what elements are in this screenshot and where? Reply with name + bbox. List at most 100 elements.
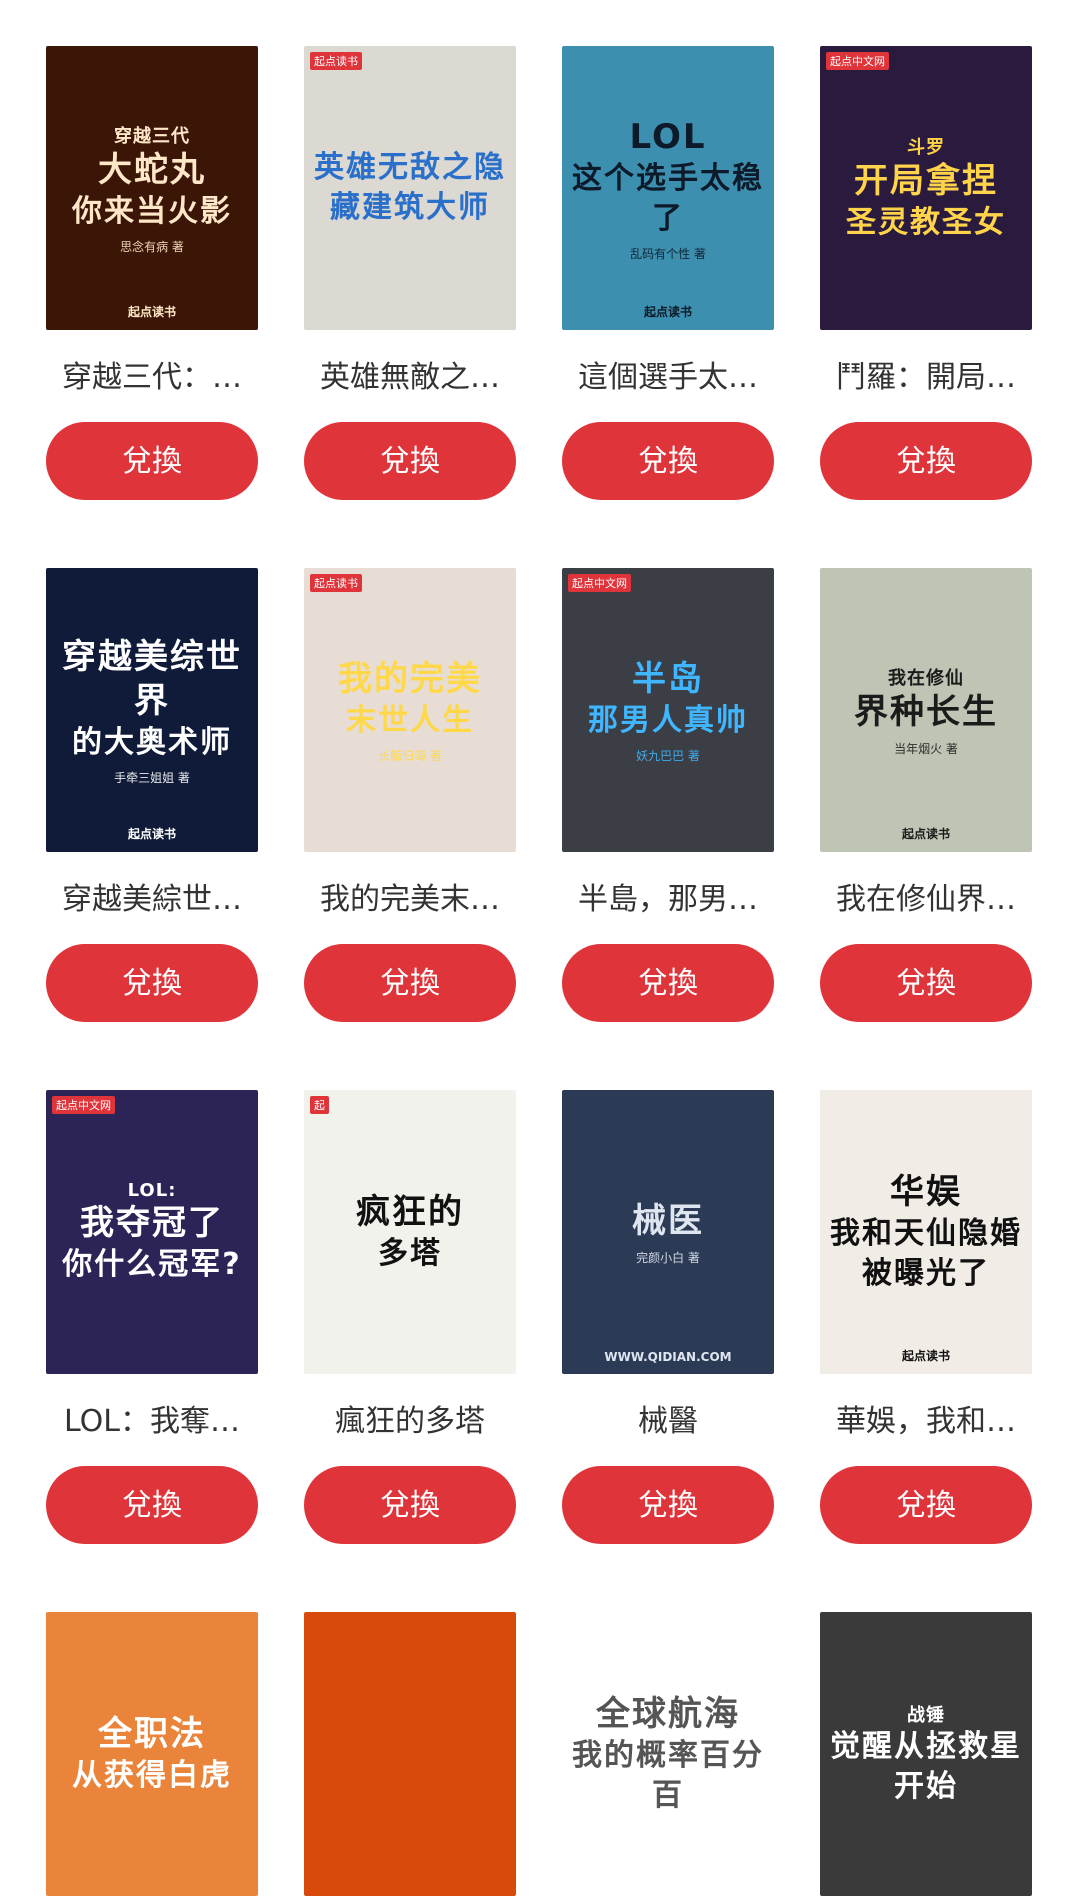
book-cover[interactable]: 全球航海 我的概率百分百: [562, 1612, 774, 1896]
cover-text: 疯狂的 多塔: [304, 1090, 516, 1374]
cover-text: 全职法 从获得白虎: [46, 1612, 258, 1896]
book-card[interactable]: 我在修仙 界种长生 当年烟火 著起点读书我在修仙界… 兌換: [820, 568, 1032, 1022]
book-title[interactable]: 穿越美綜世…: [46, 880, 258, 920]
redeem-button[interactable]: 兌換: [304, 422, 516, 500]
cover-text: LOL 这个选手太稳了 乱码有个性 著: [562, 46, 774, 330]
book-cover[interactable]: 战锤觉醒从拯救星开始: [820, 1612, 1032, 1896]
cover-line2: 全职法: [98, 1714, 206, 1754]
cover-line3: 觉醒从拯救星开始: [830, 1729, 1022, 1804]
cover-publisher: 起点读书: [901, 1349, 950, 1363]
book-title[interactable]: 械醫: [562, 1402, 774, 1442]
book-cover[interactable]: 械医 完颜小白 著 WWW.QIDIAN.COM: [562, 1090, 774, 1374]
cover-line2: 械医: [632, 1200, 704, 1241]
cover-text: 全球航海 我的概率百分百: [562, 1612, 774, 1896]
cover-line2: 疯狂的: [356, 1192, 464, 1232]
cover-author: 长鲸归海 著: [378, 748, 442, 763]
book-title[interactable]: 我在修仙界…: [820, 880, 1032, 920]
book-title[interactable]: 英雄無敵之…: [304, 358, 516, 398]
redeem-button[interactable]: 兌換: [304, 944, 516, 1022]
cover-line2: 半岛: [632, 658, 704, 699]
book-cover[interactable]: 起点中文网 斗罗 开局拿捏 圣灵教圣女: [820, 46, 1032, 330]
book-cover[interactable]: 穿越美综世界 的大奥术师 手牵三姐姐 著起点读书: [46, 568, 258, 852]
cover-text: 穿越三代 大蛇丸 你来当火影 思念有病 著: [46, 46, 258, 330]
book-cover[interactable]: 我在修仙 界种长生 当年烟火 著起点读书: [820, 568, 1032, 852]
redeem-button[interactable]: 兌換: [46, 422, 258, 500]
book-title[interactable]: 鬥羅：開局…: [820, 358, 1032, 398]
cover-publisher: 起点读书: [127, 827, 176, 841]
cover-author: 手牵三姐姐 著: [114, 770, 190, 785]
cover-publisher: 起点读书: [127, 305, 176, 319]
book-title[interactable]: 穿越三代：…: [46, 358, 258, 398]
book-cover[interactable]: 起点读书 英雄无敌之隐藏建筑大师: [304, 46, 516, 330]
book-cover[interactable]: 穿越三代 大蛇丸 你来当火影 思念有病 著起点读书: [46, 46, 258, 330]
cover-text: 战锤觉醒从拯救星开始: [820, 1612, 1032, 1896]
cover-line2: LOL: [629, 116, 707, 157]
redeem-button[interactable]: 兌換: [562, 944, 774, 1022]
redeem-button[interactable]: 兌換: [562, 1466, 774, 1544]
cover-publisher: 起点读书: [643, 305, 692, 319]
redeem-button[interactable]: 兌換: [820, 944, 1032, 1022]
cover-line2: 穿越美综世界: [62, 636, 242, 721]
cover-author: 思念有病 著: [120, 239, 184, 254]
book-title[interactable]: 華娛，我和…: [820, 1402, 1032, 1442]
cover-line1: 我在修仙: [888, 667, 964, 689]
cover-text: 我在修仙 界种长生 当年烟火 著: [820, 568, 1032, 852]
book-card[interactable]: 穿越三代 大蛇丸 你来当火影 思念有病 著起点读书 穿越三代：… 兌換: [46, 46, 258, 500]
book-card[interactable]: 起点中文网 半岛 那男人真帅 妖九巴巴 著半島，那男… 兌換: [562, 568, 774, 1022]
book-card[interactable]: [304, 1612, 516, 1896]
redeem-button[interactable]: 兌換: [46, 1466, 258, 1544]
book-card[interactable]: 穿越美综世界 的大奥术师 手牵三姐姐 著起点读书穿越美綜世… 兌換: [46, 568, 258, 1022]
book-card[interactable]: 全职法 从获得白虎: [46, 1612, 258, 1896]
redeem-button[interactable]: 兌換: [304, 1466, 516, 1544]
book-title[interactable]: 這個選手太…: [562, 358, 774, 398]
cover-line3: 你什么冠军?: [62, 1246, 242, 1282]
book-cover[interactable]: 起疯狂的 多塔: [304, 1090, 516, 1374]
book-title[interactable]: 半島，那男…: [562, 880, 774, 920]
cover-line3: 多塔: [378, 1236, 442, 1271]
cover-line1: 穿越三代: [114, 125, 190, 147]
book-cover[interactable]: LOL 这个选手太稳了 乱码有个性 著起点读书: [562, 46, 774, 330]
cover-text: 英雄无敌之隐藏建筑大师: [304, 46, 516, 330]
redeem-button[interactable]: 兌換: [820, 422, 1032, 500]
cover-author: 完颜小白 著: [636, 1250, 700, 1265]
book-card[interactable]: 起点读书 我的完美 末世人生 长鲸归海 著我的完美末… 兌換: [304, 568, 516, 1022]
book-card[interactable]: 全球航海 我的概率百分百: [562, 1612, 774, 1896]
cover-line2: 开局拿捏: [854, 161, 998, 201]
book-title[interactable]: 瘋狂的多塔: [304, 1402, 516, 1442]
cover-line3: 我和天仙隐婚被曝光了: [830, 1216, 1022, 1291]
cover-line3: 你来当火影: [72, 193, 232, 229]
book-cover[interactable]: 全职法 从获得白虎: [46, 1612, 258, 1896]
cover-text: [304, 1612, 516, 1896]
cover-line1: 战锤: [907, 1705, 945, 1726]
cover-text: 械医 完颜小白 著: [562, 1090, 774, 1374]
cover-publisher: WWW.QIDIAN.COM: [604, 1350, 732, 1364]
book-title[interactable]: 我的完美末…: [304, 880, 516, 920]
cover-author: 当年烟火 著: [894, 741, 958, 756]
cover-line3: 那男人真帅: [588, 702, 748, 738]
cover-text: 穿越美综世界 的大奥术师 手牵三姐姐 著: [46, 568, 258, 852]
redeem-button[interactable]: 兌換: [820, 1466, 1032, 1544]
book-cover[interactable]: 起点读书 我的完美 末世人生 长鲸归海 著: [304, 568, 516, 852]
cover-line1: LOL:: [127, 1179, 177, 1201]
book-title[interactable]: LOL：我奪…: [46, 1402, 258, 1442]
cover-line1: 斗罗: [907, 137, 945, 158]
book-card[interactable]: 起点中文网 LOL: 我夺冠了 你什么冠军? LOL：我奪… 兌換: [46, 1090, 258, 1544]
redeem-button[interactable]: 兌換: [46, 944, 258, 1022]
book-card[interactable]: 起疯狂的 多塔 瘋狂的多塔 兌換: [304, 1090, 516, 1544]
cover-publisher: 起点读书: [901, 827, 950, 841]
book-cover[interactable]: 起点中文网 半岛 那男人真帅 妖九巴巴 著: [562, 568, 774, 852]
cover-author: 妖九巴巴 著: [636, 748, 700, 763]
cover-line2: 华娱: [890, 1172, 962, 1212]
book-cover[interactable]: 华娱 我和天仙隐婚被曝光了起点读书: [820, 1090, 1032, 1374]
book-cover[interactable]: [304, 1612, 516, 1896]
book-card[interactable]: LOL 这个选手太稳了 乱码有个性 著起点读书這個選手太… 兌換: [562, 46, 774, 500]
cover-text: 我的完美 末世人生 长鲸归海 著: [304, 568, 516, 852]
book-card[interactable]: 械医 完颜小白 著 WWW.QIDIAN.COM 械醫 兌換: [562, 1090, 774, 1544]
book-cover[interactable]: 起点中文网 LOL: 我夺冠了 你什么冠军?: [46, 1090, 258, 1374]
book-card[interactable]: 华娱 我和天仙隐婚被曝光了起点读书華娛，我和… 兌換: [820, 1090, 1032, 1544]
book-card[interactable]: 战锤觉醒从拯救星开始: [820, 1612, 1032, 1896]
cover-text: 斗罗 开局拿捏 圣灵教圣女: [820, 46, 1032, 330]
book-card[interactable]: 起点中文网 斗罗 开局拿捏 圣灵教圣女 鬥羅：開局… 兌換: [820, 46, 1032, 500]
book-card[interactable]: 起点读书 英雄无敌之隐藏建筑大师英雄無敵之… 兌換: [304, 46, 516, 500]
redeem-button[interactable]: 兌換: [562, 422, 774, 500]
